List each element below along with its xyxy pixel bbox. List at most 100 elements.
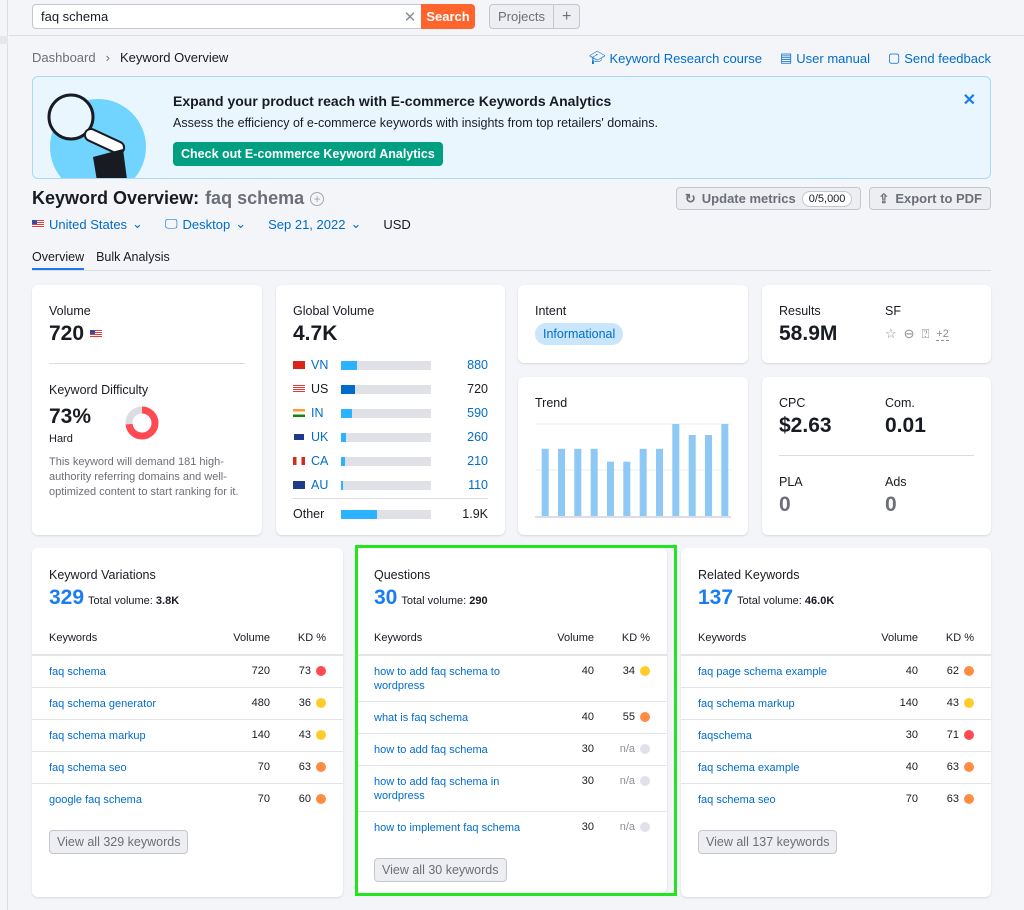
kd-value: 43: [298, 729, 311, 741]
keyword-link[interactable]: faq schema seo: [49, 760, 210, 775]
table-row: faq schema 720 73: [32, 656, 343, 688]
pla-value: 0: [779, 493, 791, 516]
keyword-link[interactable]: how to add faq schema: [374, 742, 534, 757]
keyword-link[interactable]: how to add faq schema to wordpress: [374, 664, 534, 693]
breadcrumb-dashboard[interactable]: Dashboard: [32, 50, 96, 65]
kd-dot-icon: [964, 666, 974, 676]
country-row-vn: VN 880: [293, 353, 488, 377]
table-row: faq page schema example 40 62: [681, 656, 991, 688]
sf-more-link[interactable]: +2: [936, 328, 949, 341]
keyword-link[interactable]: how to implement faq schema: [374, 820, 534, 835]
chevron-down-icon: ⌄: [132, 216, 143, 231]
trend-bar: [541, 448, 549, 516]
other-bar: [341, 509, 431, 519]
total-volume-value: 3.8K: [155, 595, 180, 607]
col-kd[interactable]: KD %: [270, 632, 326, 654]
country-bar: [341, 408, 431, 418]
table-header: Keywords Volume KD %: [32, 632, 343, 656]
volume-card: Volume 720 Keyword Difficulty 73% Hard T…: [32, 285, 262, 535]
update-count-badge: 0/5,000: [801, 190, 853, 207]
filters: United States ⌄ 🖵 Desktop ⌄ Sep 21, 2022 ⌄ U…: [32, 216, 411, 232]
keyword-link[interactable]: faqschema: [698, 728, 858, 743]
table-row: google faq schema 70 60: [32, 784, 343, 815]
search-value[interactable]: faq schema: [41, 9, 398, 24]
volume-label: Volume: [49, 304, 91, 318]
keyword-link[interactable]: faq schema generator: [49, 696, 210, 711]
trend-bar: [705, 435, 712, 516]
table-row: what is faq schema 40 55: [357, 702, 667, 734]
device-dropdown[interactable]: 🖵 Desktop ⌄: [165, 216, 246, 232]
keyword-variations-panel: Keyword Variations 329 Total volume: 3.8…: [32, 548, 343, 897]
tab-bulk-analysis[interactable]: Bulk Analysis: [96, 250, 170, 270]
total-volume-label: Total volume:: [737, 595, 802, 607]
trend-bar: [688, 435, 696, 516]
view-all-button[interactable]: View all 329 keywords: [49, 830, 189, 854]
search-button[interactable]: Search: [421, 4, 475, 29]
keyword-link[interactable]: what is faq schema: [374, 710, 534, 725]
table-header: Keywords Volume KD %: [357, 632, 667, 656]
col-volume[interactable]: Volume: [534, 632, 594, 654]
total-volume-value: 290: [469, 595, 488, 607]
country-volume[interactable]: 260: [431, 430, 488, 444]
keyword-research-course-link[interactable]: 🎓︎ Keyword Research course: [589, 50, 762, 66]
keyword-link[interactable]: faq schema markup: [49, 728, 210, 743]
keyword-link[interactable]: faq schema markup: [698, 696, 858, 711]
view-all-button[interactable]: View all 137 keywords: [698, 830, 838, 854]
add-to-list-icon[interactable]: +: [310, 191, 325, 206]
col-volume[interactable]: Volume: [858, 632, 918, 654]
keyword-link[interactable]: google faq schema: [49, 792, 210, 807]
country-bar-fill: [341, 432, 346, 442]
refresh-icon: ↻: [684, 190, 696, 206]
col-keywords: Keywords: [49, 632, 98, 644]
panel-count[interactable]: 137: [698, 586, 733, 610]
volume-value: 40: [905, 665, 918, 677]
keyword-link[interactable]: faq page schema example: [698, 664, 858, 679]
kd-dot-icon: [640, 666, 650, 676]
date-dropdown[interactable]: Sep 21, 2022 ⌄: [268, 216, 361, 232]
col-volume[interactable]: Volume: [210, 632, 270, 654]
trend-bar: [623, 461, 631, 516]
page-title: Keyword Overview: faq schema +: [32, 188, 325, 209]
update-metrics-button[interactable]: ↻ Update metrics 0/5,000: [675, 187, 862, 210]
country-dropdown[interactable]: United States ⌄: [32, 216, 143, 232]
volume-value: 30: [581, 775, 594, 787]
projects-button[interactable]: Projects: [490, 5, 553, 28]
col-kd[interactable]: KD %: [594, 632, 650, 654]
keyword-link[interactable]: faq schema example: [698, 760, 858, 775]
panel-count[interactable]: 30: [374, 586, 397, 610]
country-code[interactable]: UK: [311, 430, 328, 444]
col-kd[interactable]: KD %: [918, 632, 974, 654]
country-volume[interactable]: 590: [431, 406, 488, 420]
country-bar-fill: [341, 408, 352, 418]
search-input[interactable]: faq schema ✕: [32, 4, 422, 29]
send-feedback-link[interactable]: ▢ Send feedback: [888, 50, 991, 66]
close-icon[interactable]: ✕: [963, 90, 976, 110]
country-volume[interactable]: 110: [431, 478, 488, 492]
divider: [779, 455, 974, 456]
view-all-button[interactable]: View all 30 keywords: [374, 858, 507, 882]
kd-value: 34: [622, 665, 635, 677]
export-pdf-button[interactable]: ⇪ Export to PDF: [869, 187, 991, 210]
close-icon[interactable]: ✕: [398, 8, 422, 26]
keyword-link[interactable]: faq schema seo: [698, 792, 858, 807]
chat-icon: ▢: [887, 50, 901, 65]
country-volume[interactable]: 210: [431, 454, 488, 468]
tab-overview[interactable]: Overview: [32, 250, 85, 270]
country-code[interactable]: IN: [311, 406, 324, 420]
kd-value: 63: [298, 761, 311, 773]
banner-cta-button[interactable]: Check out E-commerce Keyword Analytics: [173, 142, 443, 166]
intent-badge: Informational: [535, 323, 624, 345]
trend-bar: [639, 448, 647, 516]
country-code[interactable]: CA: [311, 454, 328, 468]
panel-count[interactable]: 329: [49, 586, 84, 610]
country-volume[interactable]: 880: [431, 358, 488, 372]
user-manual-link[interactable]: ▤ User manual: [780, 50, 870, 66]
other-value: 1.9K: [462, 507, 488, 521]
plus-icon[interactable]: +: [552, 5, 579, 28]
keyword-link[interactable]: faq schema: [49, 664, 210, 679]
results-value: 58.9M: [779, 322, 838, 345]
keyword-link[interactable]: how to add faq schema in wordpress: [374, 774, 534, 803]
country-code[interactable]: VN: [311, 358, 328, 372]
country-code[interactable]: AU: [311, 478, 328, 492]
kd-dot-icon: [964, 730, 974, 740]
